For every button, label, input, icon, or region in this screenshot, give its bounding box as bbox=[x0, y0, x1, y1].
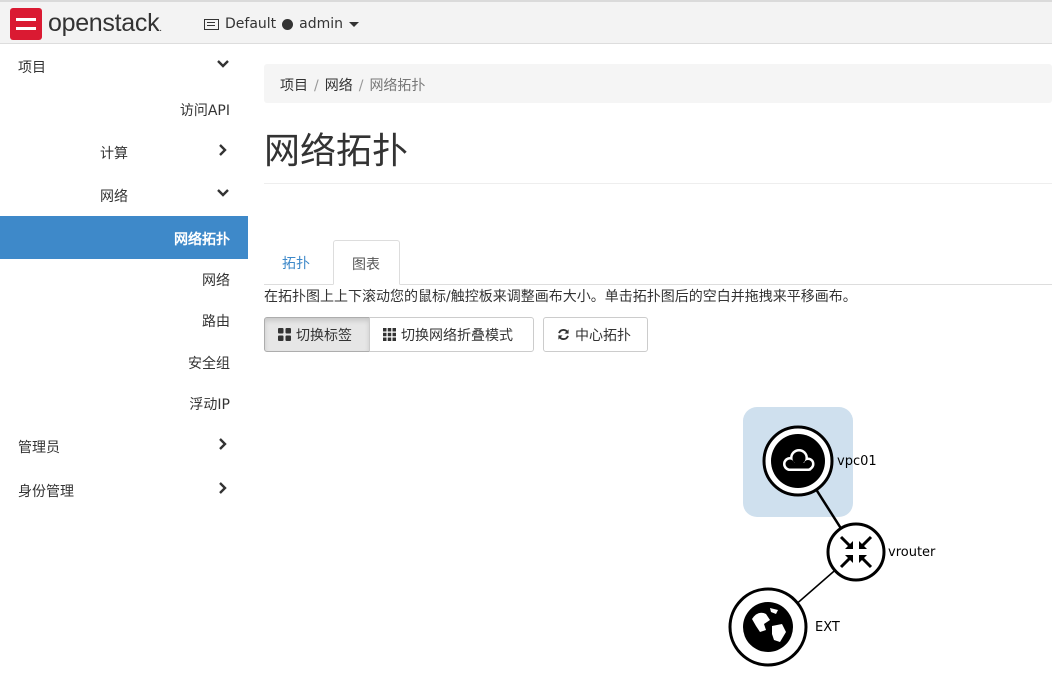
toggle-network-collapse-button[interactable]: 切换网络折叠模式 bbox=[369, 317, 534, 352]
sidebar-item-label: 管理员 bbox=[18, 440, 60, 456]
openstack-logo[interactable]: openstack. bbox=[10, 8, 180, 40]
chevron-right-icon bbox=[216, 143, 230, 157]
router-node-ring bbox=[826, 522, 886, 582]
project-switcher[interactable]: Default admin bbox=[204, 14, 360, 34]
sidebar-item-label: 网络 bbox=[202, 273, 230, 289]
page-title: 网络拓扑 bbox=[264, 131, 409, 172]
sidebar-item-label: 网络 bbox=[100, 189, 128, 205]
sidebar-item-identity[interactable]: 身份管理 bbox=[0, 468, 248, 511]
breadcrumb-project[interactable]: 项目 bbox=[280, 78, 308, 94]
external-node-ext[interactable]: EXT bbox=[728, 587, 840, 667]
sidebar-item-routers[interactable]: 路由 bbox=[0, 298, 248, 341]
view-tabs: 拓扑 图表 bbox=[264, 240, 1052, 285]
chevron-down-icon bbox=[216, 57, 230, 71]
toggle-labels-button[interactable]: 切换标签 bbox=[264, 317, 370, 352]
sidebar-item-api-access[interactable]: 访问API bbox=[0, 87, 248, 130]
center-topology-button[interactable]: 中心拓扑 bbox=[543, 317, 648, 352]
network-node-vpc01[interactable]: vpc01 bbox=[762, 425, 877, 497]
network-node-label: vpc01 bbox=[837, 454, 877, 469]
refresh-icon bbox=[558, 329, 569, 340]
sidebar-item-floating-ips[interactable]: 浮动IP bbox=[0, 381, 248, 424]
sidebar-item-label: 访问API bbox=[179, 103, 230, 119]
toggle-collapse-label: 切换网络折叠模式 bbox=[401, 327, 513, 344]
sidebar-item-label: 安全组 bbox=[188, 356, 230, 372]
sidebar-item-label: 网络拓扑 bbox=[174, 232, 230, 248]
chevron-right-icon bbox=[216, 481, 230, 495]
caret-down-icon bbox=[349, 21, 360, 27]
sidebar-item-label: 身份管理 bbox=[18, 484, 74, 500]
tab-topology[interactable]: 拓扑 bbox=[264, 240, 328, 285]
sidebar-item-label: 浮动IP bbox=[189, 397, 230, 413]
breadcrumb: 项目 / 网络 / 网络拓扑 bbox=[264, 64, 1052, 103]
brand-name: openstack. bbox=[48, 9, 162, 37]
sidebar: 项目 访问API 计算 网络 网络拓扑 网络 路由 安全组 浮动IP 管理员 身… bbox=[0, 44, 248, 696]
grid-large-icon bbox=[278, 328, 291, 341]
sidebar-item-network-topology[interactable]: 网络拓扑 bbox=[0, 216, 248, 259]
user-name: admin bbox=[299, 16, 344, 32]
router-node-label: vrouter bbox=[888, 545, 936, 560]
center-topology-label: 中心拓扑 bbox=[575, 327, 631, 344]
grid-small-icon bbox=[383, 328, 396, 341]
breadcrumb-separator: / bbox=[314, 78, 319, 94]
sidebar-item-compute[interactable]: 计算 bbox=[0, 130, 248, 173]
breadcrumb-separator: / bbox=[358, 78, 364, 94]
title-divider bbox=[264, 183, 1052, 184]
separator-dot-icon bbox=[282, 18, 294, 30]
globe-icon bbox=[743, 602, 793, 652]
sidebar-item-security-groups[interactable]: 安全组 bbox=[0, 340, 248, 383]
openstack-logo-mark bbox=[10, 8, 42, 40]
external-node-label: EXT bbox=[815, 620, 840, 635]
top-navbar: openstack. Default admin bbox=[0, 0, 1052, 44]
breadcrumb-current: 网络拓扑 bbox=[369, 78, 426, 94]
sidebar-item-admin[interactable]: 管理员 bbox=[0, 424, 248, 467]
sidebar-item-label: 路由 bbox=[202, 314, 230, 330]
chevron-right-icon bbox=[216, 437, 230, 451]
breadcrumb-network[interactable]: 网络 bbox=[325, 78, 353, 94]
sidebar-item-networks[interactable]: 网络 bbox=[0, 257, 248, 300]
project-list-icon bbox=[204, 18, 219, 30]
tab-graph[interactable]: 图表 bbox=[333, 240, 400, 285]
toggle-labels-label: 切换标签 bbox=[296, 327, 352, 344]
router-node-vrouter[interactable]: vrouter bbox=[826, 522, 936, 582]
sidebar-item-project[interactable]: 项目 bbox=[0, 44, 248, 87]
canvas-hint-text: 在拓扑图上上下滚动您的鼠标/触控板来调整画布大小。单击拓扑图后的空白并拖拽来平移… bbox=[264, 289, 857, 305]
sidebar-item-label: 项目 bbox=[18, 60, 46, 76]
sidebar-item-label: 计算 bbox=[100, 146, 128, 162]
sidebar-item-network-group[interactable]: 网络 bbox=[0, 173, 248, 216]
domain-name: Default bbox=[225, 16, 277, 32]
topology-canvas[interactable]: vpc01 vrouter EXT bbox=[700, 400, 1000, 690]
chevron-down-icon bbox=[216, 186, 230, 200]
